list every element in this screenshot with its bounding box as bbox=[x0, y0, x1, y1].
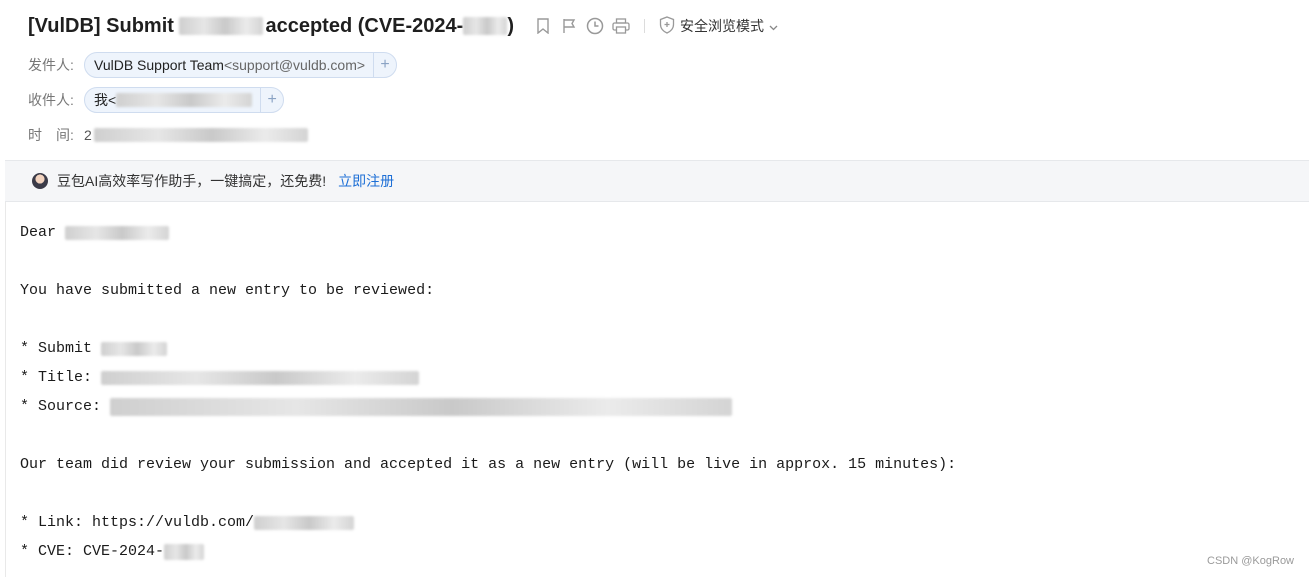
email-body: Dear You have submitted a new entry to b… bbox=[20, 218, 956, 566]
time-row: 时 间: 2 bbox=[28, 122, 308, 148]
redacted-cve-id bbox=[164, 543, 205, 560]
promo-banner: 豆包AI高效率写作助手，一键搞定，还免费! 立即注册 bbox=[5, 160, 1309, 202]
greeting-text: Dear bbox=[20, 224, 66, 241]
time-label: 时 间: bbox=[28, 127, 74, 143]
from-row: 发件人: VulDB Support Team <support@vuldb.c… bbox=[28, 52, 398, 78]
time-visible-digit: 2 bbox=[84, 127, 92, 143]
bookmark-icon[interactable] bbox=[534, 17, 552, 35]
submit-line: * Submit bbox=[20, 334, 956, 363]
source-label: * Source: bbox=[20, 398, 111, 415]
add-recipient-contact-button[interactable]: + bbox=[260, 88, 283, 112]
avatar bbox=[32, 173, 48, 189]
from-label: 发件人: bbox=[28, 57, 74, 73]
toolbar-divider bbox=[644, 19, 646, 33]
to-label: 收件人: bbox=[28, 92, 74, 108]
plus-icon: + bbox=[380, 56, 390, 73]
sender-contact[interactable]: VulDB Support Team <support@vuldb.com> bbox=[85, 53, 373, 77]
redacted-submit-id bbox=[101, 341, 168, 356]
sender-name: VulDB Support Team bbox=[94, 57, 224, 73]
source-line: * Source: bbox=[20, 392, 956, 421]
redacted-link-id bbox=[254, 515, 355, 530]
redacted-cve-number bbox=[463, 17, 508, 35]
print-icon[interactable] bbox=[612, 17, 630, 35]
add-sender-contact-button[interactable]: + bbox=[373, 53, 396, 77]
cve-line: * CVE: CVE-2024- bbox=[20, 537, 956, 566]
safe-mode-label: 安全浏览模式 bbox=[680, 18, 765, 34]
sender-chip[interactable]: VulDB Support Team <support@vuldb.com> + bbox=[84, 52, 398, 78]
mail-header: [VulDB] Submit accepted (CVE-2024- ) 安全浏… bbox=[0, 0, 1309, 160]
subject-row: [VulDB] Submit accepted (CVE-2024- ) 安全浏… bbox=[28, 10, 778, 42]
link-line: * Link: https://vuldb.com/ bbox=[20, 508, 956, 537]
recipient-chip[interactable]: 我< + bbox=[84, 87, 285, 113]
redacted-subject-id bbox=[179, 17, 264, 35]
safe-browse-mode-toggle[interactable]: 安全浏览模式 bbox=[659, 15, 778, 37]
cve-label: * CVE: CVE-2024- bbox=[20, 543, 165, 560]
link-label[interactable]: * Link: https://vuldb.com/ bbox=[20, 508, 254, 537]
sent-time: 2 bbox=[84, 127, 308, 143]
plus-icon: + bbox=[267, 91, 277, 108]
to-row: 收件人: 我< + bbox=[28, 87, 285, 113]
submit-label: * Submit bbox=[20, 340, 102, 357]
sender-address: <support@vuldb.com> bbox=[223, 57, 366, 73]
recipient-contact[interactable]: 我< bbox=[85, 88, 260, 112]
promo-text: 豆包AI高效率写作助手，一键搞定，还免费! bbox=[57, 173, 327, 189]
title-line: * Title: bbox=[20, 363, 956, 392]
subject-suffix: ) bbox=[507, 14, 515, 37]
subject-toolbar: 安全浏览模式 bbox=[534, 15, 778, 37]
subject-prefix: [VulDB] Submit bbox=[28, 14, 180, 37]
title-label: * Title: bbox=[20, 369, 102, 386]
subject-middle: accepted (CVE-2024- bbox=[265, 14, 464, 37]
redacted-recipient-address bbox=[116, 93, 253, 107]
greeting-line: Dear bbox=[20, 218, 956, 247]
flag-icon[interactable] bbox=[560, 17, 578, 35]
redacted-source bbox=[110, 397, 733, 416]
recipient-name: 我< bbox=[94, 92, 117, 108]
clock-icon[interactable] bbox=[586, 17, 604, 35]
intro-line: You have submitted a new entry to be rev… bbox=[20, 282, 435, 299]
redacted-time bbox=[93, 128, 308, 142]
chevron-down-icon bbox=[769, 18, 778, 34]
accepted-line: Our team did review your submission and … bbox=[20, 456, 957, 473]
email-subject: [VulDB] Submit accepted (CVE-2024- ) bbox=[28, 15, 514, 38]
redacted-recipient-name bbox=[65, 225, 170, 240]
shield-icon bbox=[659, 15, 675, 37]
register-link[interactable]: 立即注册 bbox=[338, 171, 394, 191]
watermark: CSDN @KogRow bbox=[1207, 555, 1294, 567]
redacted-title bbox=[101, 370, 420, 385]
